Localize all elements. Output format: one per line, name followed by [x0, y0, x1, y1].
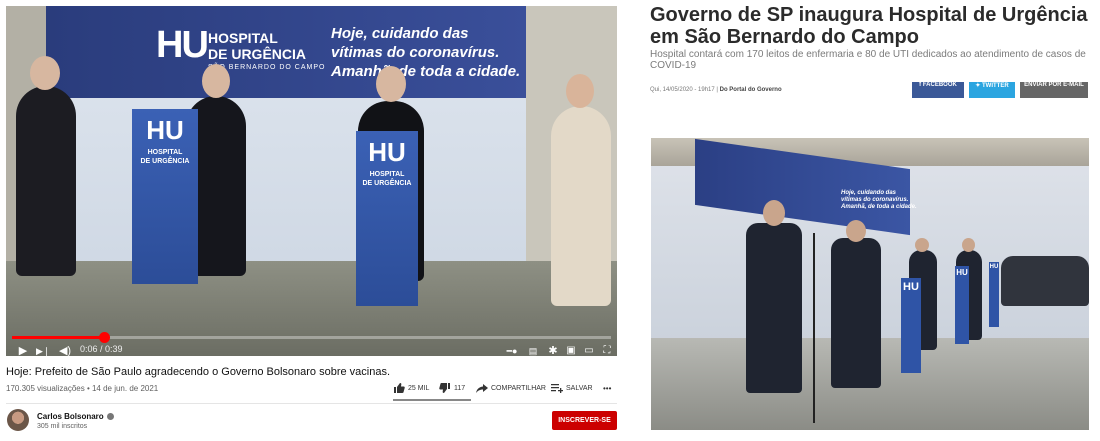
- avatar[interactable]: [7, 409, 29, 431]
- progress-bar[interactable]: [12, 332, 611, 343]
- play-icon[interactable]: ▶: [16, 343, 30, 356]
- person-center-head: [202, 64, 230, 98]
- channel-subscribers: 305 mil inscritos: [37, 423, 88, 430]
- photo-person-2-head: [846, 220, 866, 242]
- photo-audience: [1001, 256, 1089, 306]
- miniplayer-icon[interactable]: ▣: [564, 343, 578, 356]
- podium-left-label-2: DE URGÊNCIA: [140, 158, 190, 165]
- verified-icon: [106, 413, 114, 420]
- podium-left-label-1: HOSPITAL: [147, 149, 183, 156]
- slogan-line2: vítimas do coronavírus.: [331, 44, 500, 61]
- news-article: Governo de SP inaugura Hospital de Urgên…: [623, 0, 1100, 441]
- photo-person-1-head: [763, 200, 785, 226]
- podium-right-label: HOSPITAL DE URGÊNCIA: [356, 170, 418, 188]
- player-controls: ▶ ▶❘ ◀) 0:06 / 0:39 ━● ▤ ✱ ▣ ▭ ⛶: [6, 340, 617, 356]
- photo-person-4-head: [962, 238, 975, 252]
- photo-podium-2-mark: HU: [956, 268, 968, 277]
- article-date: Qui, 14/05/2020 - 19h17 | Do Portal do G…: [650, 87, 782, 93]
- podium-right-label-1: HOSPITAL: [369, 171, 405, 178]
- fullscreen-icon[interactable]: ⛶: [600, 343, 614, 356]
- logo-name-line1: HOSPITAL: [208, 30, 278, 46]
- share-icon: [476, 384, 488, 394]
- video-page: HU HOSPITAL DE URGÊNCIA SÃO BERNARDO DO …: [0, 0, 623, 441]
- channel-name[interactable]: Carlos Bolsonaro: [37, 412, 114, 421]
- podium-right-label-2: DE URGÊNCIA: [362, 180, 412, 187]
- photo-person-3-head: [915, 238, 929, 252]
- like-button[interactable]: 25 MIL: [393, 381, 429, 397]
- photo-mic-stand: [813, 233, 815, 423]
- like-count: 25 MIL: [408, 385, 430, 392]
- like-ratio-bar: [393, 399, 471, 401]
- logo-mark: HU: [156, 24, 209, 66]
- composite-screenshot: HU HOSPITAL DE URGÊNCIA SÃO BERNARDO DO …: [0, 0, 1100, 441]
- scene-banner: HU HOSPITAL DE URGÊNCIA SÃO BERNARDO DO …: [46, 6, 526, 98]
- logo-name: HOSPITAL DE URGÊNCIA: [208, 30, 306, 62]
- progress-played: [12, 336, 105, 339]
- photo-person-2: [831, 238, 881, 388]
- person-left: [16, 86, 76, 276]
- slogan-line1: Hoje, cuidando das: [331, 25, 469, 42]
- banner-slogan: Hoje, cuidando das vítimas do coronavíru…: [331, 24, 520, 81]
- photo-slogan: Hoje, cuidando das vítimas do coronavíru…: [841, 190, 917, 211]
- photo-slogan-line2: vítimas do coronavírus.: [841, 197, 909, 203]
- twitter-share-button[interactable]: ✦ TWITTER: [969, 82, 1015, 98]
- playlist-add-icon: [551, 384, 563, 394]
- subscribe-button[interactable]: INSCREVER-SE: [552, 411, 617, 430]
- dislike-count: 117: [454, 385, 466, 392]
- autoplay-toggle-icon[interactable]: ━●: [504, 343, 520, 356]
- facebook-share-button[interactable]: f FACEBOOK: [912, 82, 964, 98]
- theater-icon[interactable]: ▭: [582, 343, 596, 356]
- subtitles-icon[interactable]: ▤: [526, 343, 540, 356]
- podium-left-mark: HU: [146, 115, 184, 145]
- photo-slogan-line1: Hoje, cuidando das: [841, 190, 897, 196]
- video-title: Hoje: Prefeito de São Paulo agradecendo …: [6, 366, 391, 378]
- photo-podium-1-mark: HU: [903, 281, 919, 293]
- person-right-head: [566, 74, 594, 108]
- video-meta: 170.305 visualizações • 14 de jun. de 20…: [6, 384, 159, 393]
- person-right: [551, 106, 611, 306]
- photo-slogan-line3: Amanhã, de toda a cidade.: [841, 204, 917, 210]
- share-label: COMPARTILHAR: [491, 385, 546, 392]
- time-display: 0:06 / 0:39: [80, 344, 123, 354]
- article-source: Do Portal do Governo: [719, 87, 782, 93]
- gear-icon[interactable]: ✱: [546, 343, 560, 356]
- person-left-head: [30, 56, 60, 90]
- hospital-logo: HU HOSPITAL DE URGÊNCIA SÃO BERNARDO DO …: [156, 24, 326, 84]
- podium-left-label: HOSPITAL DE URGÊNCIA: [132, 148, 198, 166]
- thumbs-down-icon: [439, 383, 450, 394]
- twitter-icon: ✦: [975, 83, 983, 89]
- article-title: Governo de SP inaugura Hospital de Urgên…: [650, 4, 1088, 48]
- podium-right: HU HOSPITAL DE URGÊNCIA: [356, 131, 418, 306]
- photo-podium-2: HU: [955, 266, 969, 344]
- volume-icon[interactable]: ◀): [58, 343, 72, 356]
- next-icon[interactable]: ▶❘: [36, 343, 50, 356]
- save-button[interactable]: SALVAR: [551, 381, 593, 397]
- photo-podium-3: HU: [989, 262, 999, 327]
- more-actions-icon[interactable]: •••: [603, 381, 611, 397]
- slogan-line3: Amanhã, de toda a cidade.: [331, 63, 521, 80]
- photo-person-1: [746, 223, 802, 393]
- video-player[interactable]: HU HOSPITAL DE URGÊNCIA SÃO BERNARDO DO …: [6, 6, 617, 356]
- dislike-button[interactable]: 117: [439, 381, 465, 397]
- article-photo: Hoje, cuidando das vítimas do coronavíru…: [651, 138, 1089, 430]
- save-label: SALVAR: [566, 385, 593, 392]
- thumbs-up-icon: [394, 383, 405, 394]
- article-date-text: Qui, 14/05/2020 - 19h17 |: [650, 87, 718, 93]
- email-share-button[interactable]: ENVIAR POR E-MAIL: [1020, 82, 1088, 98]
- photo-podium-1: HU: [901, 278, 921, 373]
- divider: [6, 403, 617, 404]
- podium-left: HU HOSPITAL DE URGÊNCIA: [132, 109, 198, 284]
- photo-podium-3-mark: HU: [989, 264, 999, 270]
- person-speaker-head: [376, 66, 406, 102]
- podium-right-mark: HU: [368, 137, 406, 167]
- channel-name-text: Carlos Bolsonaro: [37, 412, 104, 421]
- twitter-share-label: TWITTER: [982, 83, 1009, 89]
- article-subtitle: Hospital contará com 170 leitos de enfer…: [650, 49, 1086, 71]
- logo-name-line2: DE URGÊNCIA: [208, 46, 307, 62]
- share-button[interactable]: COMPARTILHAR: [476, 381, 546, 397]
